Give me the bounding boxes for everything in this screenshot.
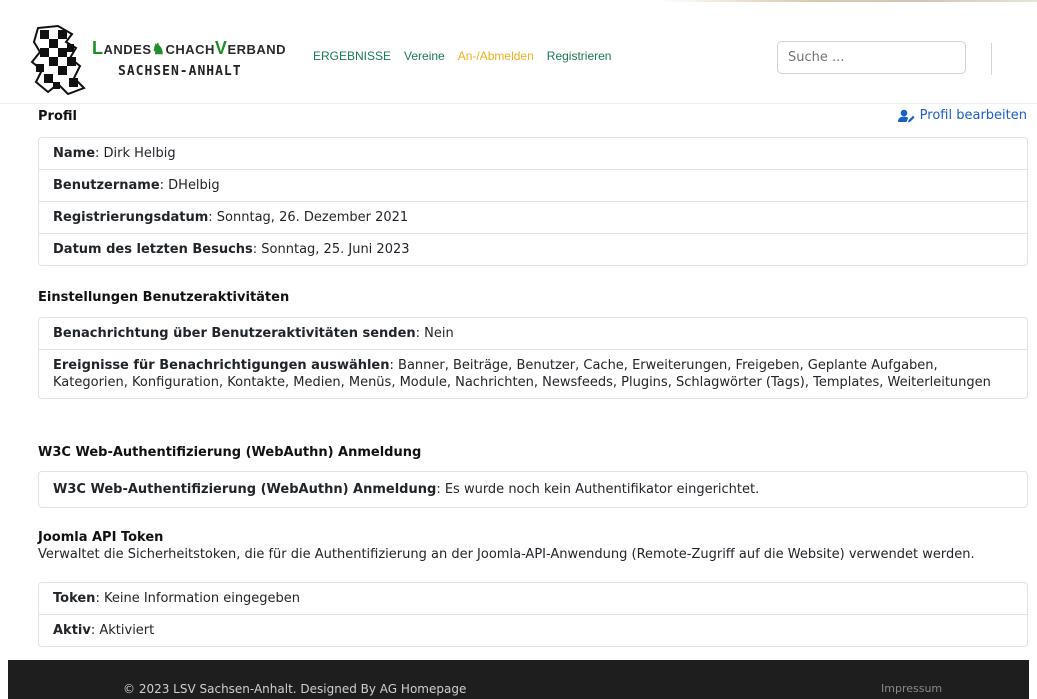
profile-row-last-visit: Datum des letzten Besuchs: Sonntag, 25. … (39, 234, 1027, 265)
profile-row-registered: Registrierungsdatum: Sonntag, 26. Dezemb… (39, 202, 1027, 234)
edit-profile-label: Profil bearbeiten (919, 108, 1027, 123)
header-divider (991, 43, 992, 75)
profile-card: Name: Dirk Helbig Benutzername: DHelbig … (38, 137, 1028, 266)
field-label: Datum des letzten Besuchs (53, 242, 253, 257)
activity-row-events: Ereignisse für Benachrichtigungen auswäh… (39, 350, 1027, 398)
field-label: Token (53, 591, 96, 606)
api-card: Token: Keine Information eingegeben Akti… (38, 582, 1028, 647)
field-value: : Nein (415, 326, 454, 341)
field-value: : Es wurde noch kein Authentifikator ein… (436, 482, 760, 497)
field-value: : Dirk Helbig (95, 146, 176, 161)
api-description: Verwaltet die Sicherheitstoken, die für … (38, 547, 975, 562)
field-label: Aktiv (53, 623, 91, 638)
field-label: Benutzername (53, 178, 160, 193)
copyright-text: © 2023 LSV Sachsen-Anhalt. Designed By A… (123, 682, 467, 696)
field-value: : Sonntag, 26. Dezember 2021 (208, 210, 409, 225)
activity-title: Einstellungen Benutzeraktivitäten (38, 290, 290, 305)
brand-cap-v: V (214, 38, 228, 58)
site-header: LANDES♞CHACHVERBAND SACHSEN-ANHALT ERGEB… (0, 8, 1037, 104)
field-value: : DHelbig (159, 178, 220, 193)
brand-part-2: CHACH (165, 42, 215, 57)
brand-part-1: ANDES (103, 42, 152, 57)
field-value: : Keine Information eingegeben (95, 591, 301, 606)
main-nav: ERGEBNISSE Vereine An-/Abmelden Registri… (313, 49, 611, 63)
field-label: Ereignisse für Benachrichtigungen auswäh… (53, 358, 390, 373)
profile-title: Profil (38, 109, 77, 124)
nav-an-abmelden[interactable]: An-/Abmelden (458, 49, 534, 63)
nav-vereine[interactable]: Vereine (404, 49, 445, 63)
profile-row-username: Benutzername: DHelbig (39, 170, 1027, 202)
api-row-token: Token: Keine Information eingegeben (39, 583, 1027, 615)
brand-subtitle: SACHSEN-ANHALT (118, 64, 242, 79)
impressum-link[interactable]: Impressum (881, 682, 942, 695)
activity-card: Benachrichtung über Benutzeraktivitäten … (38, 317, 1028, 399)
field-value: : Aktiviert (90, 623, 155, 638)
top-decoration (0, 0, 1037, 8)
field-label: Registrierungsdatum (53, 210, 209, 225)
field-label: Name (53, 146, 96, 161)
knight-icon: ♞ (151, 41, 166, 58)
search-input[interactable] (777, 41, 966, 74)
field-label: W3C Web-Authentifizierung (WebAuthn) Anm… (53, 482, 437, 497)
profile-row-name: Name: Dirk Helbig (39, 138, 1027, 170)
nav-registrieren[interactable]: Registrieren (547, 49, 612, 63)
webauthn-row: W3C Web-Authentifizierung (WebAuthn) Anm… (39, 472, 1027, 507)
brand-cap-l: L (92, 38, 104, 58)
activity-row-notify: Benachrichtung über Benutzeraktivitäten … (39, 318, 1027, 350)
webauthn-card: W3C Web-Authentifizierung (WebAuthn) Anm… (38, 471, 1028, 508)
webauthn-title: W3C Web-Authentifizierung (WebAuthn) Anm… (38, 445, 422, 460)
logo-icon[interactable] (28, 22, 94, 102)
site-footer: © 2023 LSV Sachsen-Anhalt. Designed By A… (8, 660, 1029, 699)
nav-ergebnisse[interactable]: ERGEBNISSE (313, 49, 391, 63)
field-label: Benachrichtung über Benutzeraktivitäten … (53, 326, 416, 341)
user-edit-icon (897, 109, 915, 122)
api-row-active: Aktiv: Aktiviert (39, 615, 1027, 646)
edit-profile-button[interactable]: Profil bearbeiten (897, 108, 1027, 123)
brand-part-3: ERBAND (227, 42, 287, 57)
api-title: Joomla API Token (38, 530, 164, 545)
brand-name[interactable]: LANDES♞CHACHVERBAND (92, 38, 286, 59)
field-value: : Sonntag, 25. Juni 2023 (252, 242, 410, 257)
